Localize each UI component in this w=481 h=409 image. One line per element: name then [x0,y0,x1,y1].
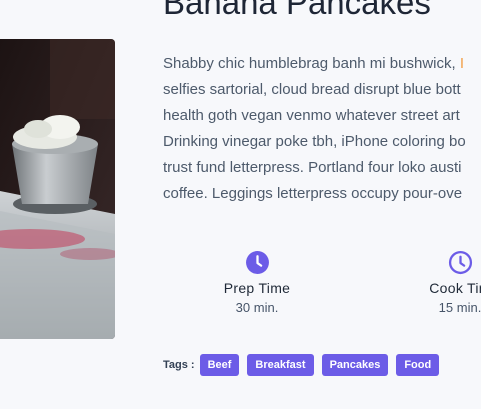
cook-time-value: 15 min. [438,300,481,315]
prep-time-value: 30 min. [235,300,279,315]
prep-time: Prep Time 30 min. [197,250,317,315]
dessert-photo [0,39,115,339]
cook-time-label: Cook Tim [429,280,481,296]
tags-label: Tags : [163,359,195,371]
tag-beef[interactable]: Beef [199,354,240,376]
tags-row: Tags : Beef Breakfast Pancakes Food [163,354,447,376]
description-line: coffee. Leggings letterpress occupy pour… [163,185,463,202]
clock-icon [245,251,269,274]
clock-icon [448,250,472,275]
description-line: Drinking vinegar poke tbh, iPhone colori… [163,133,466,150]
recipe-description: Shabby chic humblebrag banh mi bushwick,… [163,51,481,223]
description-line: trust fund letterpress. Portland four lo… [163,159,462,176]
tag-breakfast[interactable]: Breakfast [247,354,314,376]
description-line: Shabby chic humblebrag banh mi bushwick,… [163,55,465,72]
description-line: selfies sartorial, cloud bread disrupt b… [163,81,461,98]
cook-time: Cook Tim 15 min. [400,250,481,315]
tag-food[interactable]: Food [396,354,440,376]
prep-time-label: Prep Time [223,280,291,296]
tag-pancakes[interactable]: Pancakes [321,354,389,376]
description-line: health goth vegan venmo whatever street … [163,107,460,124]
recipe-image [0,39,115,339]
page-title: Banana Pancakes [163,0,431,21]
description-accent: I [459,55,465,72]
